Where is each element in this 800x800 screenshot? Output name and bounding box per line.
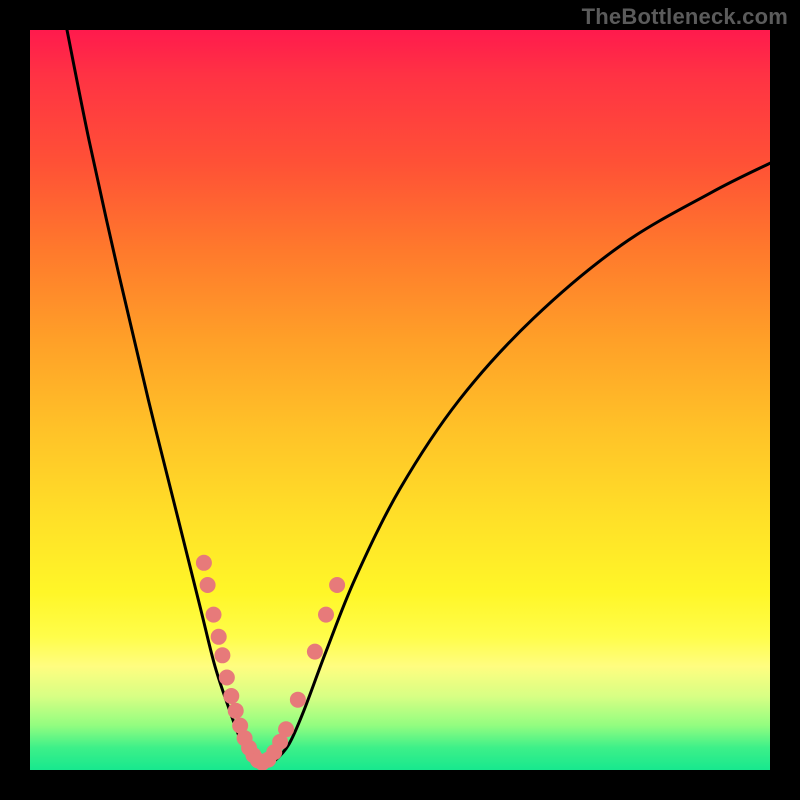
- sample-dot: [228, 703, 244, 719]
- curve-svg: [30, 30, 770, 770]
- sample-dot: [223, 688, 239, 704]
- sample-dot: [318, 607, 334, 623]
- sample-dot: [329, 577, 345, 593]
- sample-dot: [307, 644, 323, 660]
- plot-area: [30, 30, 770, 770]
- sample-dot: [278, 721, 294, 737]
- sample-dot: [290, 692, 306, 708]
- sample-dot: [200, 577, 216, 593]
- chart-frame: TheBottleneck.com: [0, 0, 800, 800]
- sample-dot: [219, 670, 235, 686]
- sample-dot: [196, 555, 212, 571]
- bottleneck-curve: [67, 30, 770, 766]
- watermark-text: TheBottleneck.com: [582, 4, 788, 30]
- sample-dot: [214, 647, 230, 663]
- sample-dot: [206, 607, 222, 623]
- sample-dot: [211, 629, 227, 645]
